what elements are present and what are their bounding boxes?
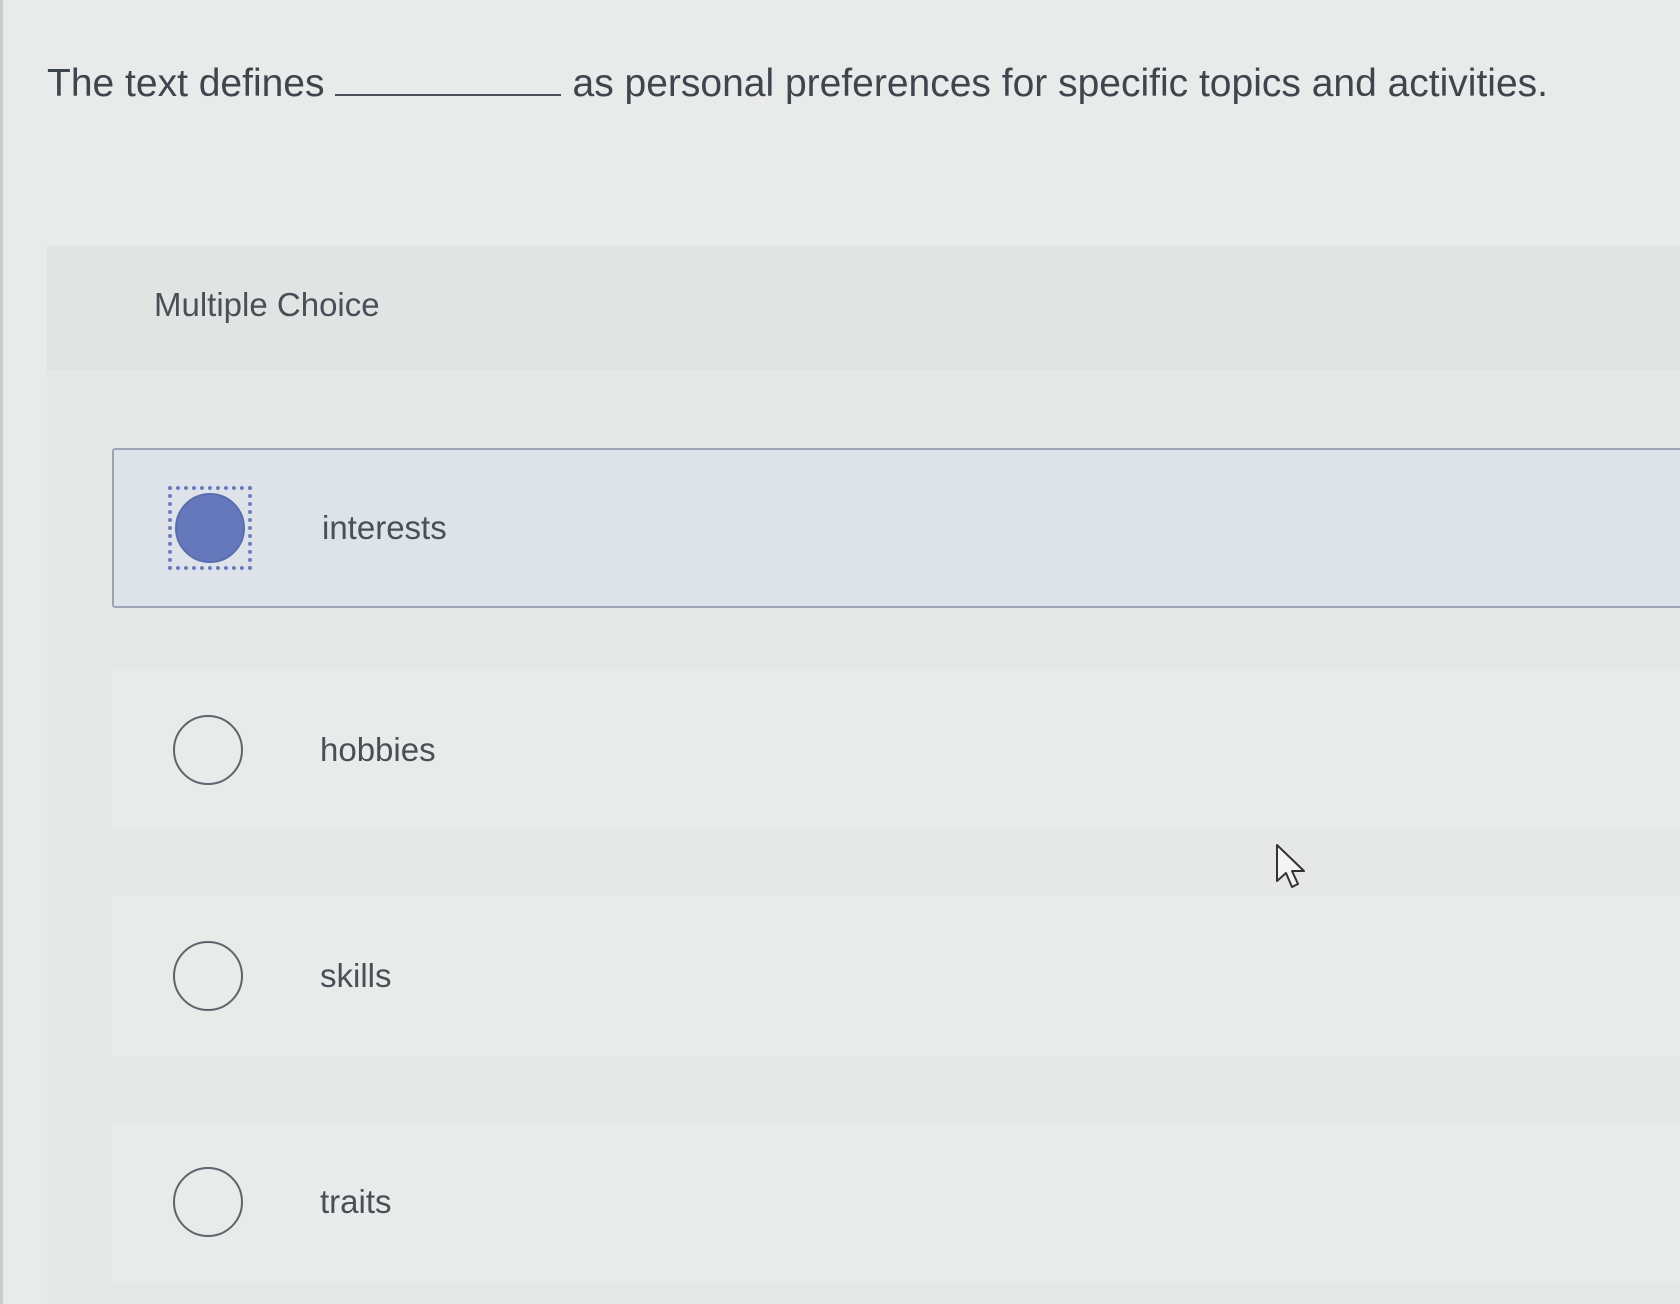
multiple-choice-label: Multiple Choice bbox=[154, 286, 380, 323]
option-label: interests bbox=[322, 509, 447, 546]
radio-checked-icon bbox=[175, 493, 245, 563]
option-skills[interactable]: skills bbox=[112, 896, 1680, 1056]
page-edge bbox=[0, 0, 3, 1304]
radio-unchecked-icon bbox=[173, 715, 243, 785]
option-label: traits bbox=[320, 1183, 392, 1220]
answer-blank bbox=[334, 64, 561, 96]
radio-interests[interactable] bbox=[168, 486, 252, 570]
option-interests[interactable]: interests bbox=[112, 448, 1680, 608]
question-after-blank: as personal preferences for specific top… bbox=[572, 62, 1548, 105]
option-traits[interactable]: traits bbox=[112, 1122, 1680, 1282]
arrow-cursor-icon bbox=[1276, 844, 1305, 888]
radio-hobbies[interactable] bbox=[166, 708, 250, 792]
radio-skills[interactable] bbox=[166, 934, 250, 1018]
option-label: skills bbox=[320, 957, 392, 994]
answer-options: interests hobbies skills traits bbox=[47, 370, 1680, 1304]
question-text: The text defines as personal preferences… bbox=[47, 62, 1548, 106]
radio-unchecked-icon bbox=[173, 941, 243, 1011]
option-label: hobbies bbox=[320, 731, 436, 768]
radio-unchecked-icon bbox=[173, 1167, 243, 1237]
question-before-blank: The text defines bbox=[47, 62, 325, 105]
radio-traits[interactable] bbox=[166, 1160, 250, 1244]
option-hobbies[interactable]: hobbies bbox=[112, 670, 1680, 830]
multiple-choice-header: Multiple Choice bbox=[47, 246, 1680, 370]
